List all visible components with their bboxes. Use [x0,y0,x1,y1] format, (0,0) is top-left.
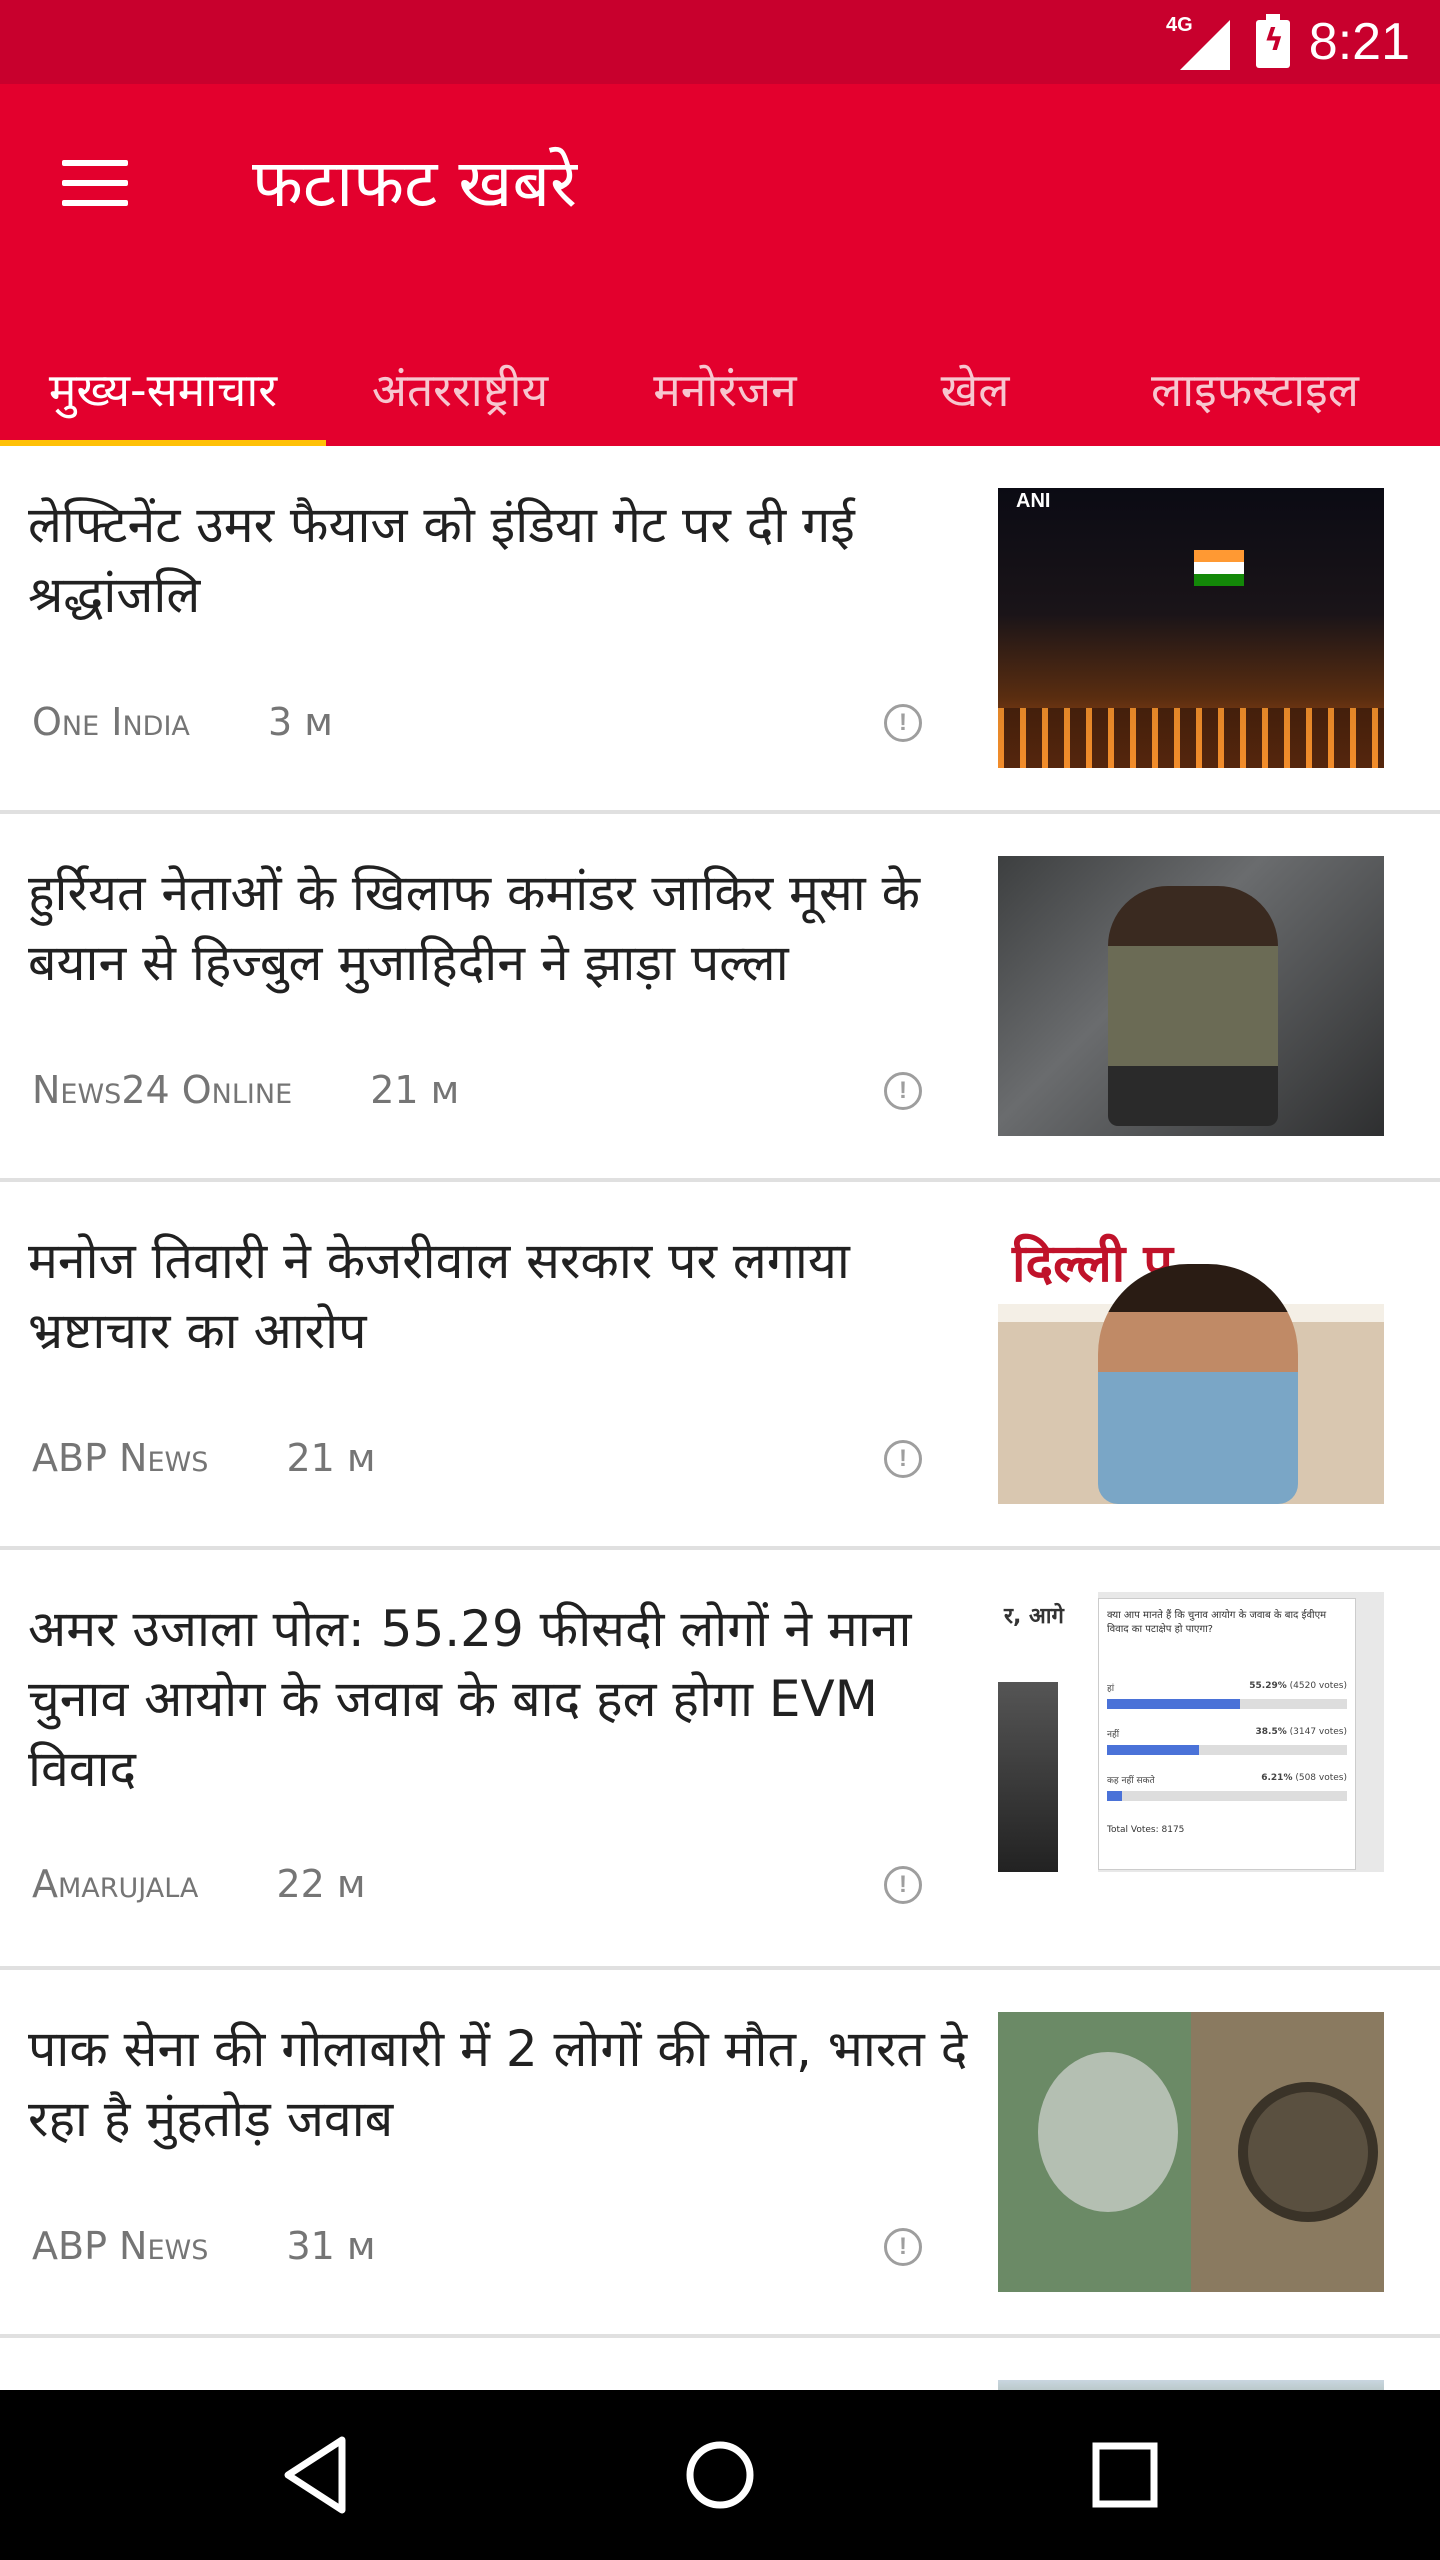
news-item[interactable]: हुर्रियत नेताओं के खिलाफ कमांडर जाकिर मू… [0,814,1440,1182]
news-meta: ABP News 31 м [32,2224,376,2268]
news-meta: ABP News 21 м [32,1436,376,1480]
news-source: News24 Online [32,1068,293,1112]
news-time: 21 м [370,1068,460,1112]
tab-main-news[interactable]: मुख्य-समाचार [0,334,326,446]
news-item[interactable]: पाक सेना की गोलाबारी में 2 लोगों की मौत,… [0,1970,1440,2338]
report-info-icon[interactable]: ! [884,2228,922,2266]
poll-total: Total Votes: 8175 [1107,1825,1185,1835]
news-source: One India [32,700,190,744]
thumbnail-caption: ANI [1016,490,1051,512]
news-title: हुर्रियत नेताओं के खिलाफ कमांडर जाकिर मू… [28,864,921,992]
poll-card: क्या आप मानते हैं कि चुनाव आयोग के जवाब … [1098,1598,1356,1870]
news-title: मनोज तिवारी ने केजरीवाल सरकार पर लगाया भ… [28,1232,850,1360]
poll-bar [1107,1791,1347,1801]
hamburger-menu-icon[interactable] [62,156,132,212]
poll-bar [1107,1699,1347,1709]
news-source: ABP News [32,1436,209,1480]
tab-international[interactable]: अंतरराष्ट्रीय [340,334,580,446]
recents-icon[interactable] [1080,2430,1170,2520]
news-item[interactable]: लेफ्टिनेंट उमर फैयाज को इंडिया गेट पर दी… [0,446,1440,814]
report-info-icon[interactable]: ! [884,1072,922,1110]
tab-lifestyle[interactable]: लाइफस्टाइल [1110,334,1400,446]
news-time: 31 м [286,2224,376,2268]
news-source: ABP News [32,2224,209,2268]
news-meta: News24 Online 21 м [32,1068,459,1112]
poll-question: क्या आप मानते हैं कि चुनाव आयोग के जवाब … [1107,1610,1327,1635]
poll-option: कह नहीं सकते 6.21% (508 votes) [1107,1773,1347,1786]
news-time: 21 м [286,1436,376,1480]
news-thumbnail: ANI [998,488,1384,768]
navigation-bar [0,2390,1440,2560]
news-thumbnail [998,856,1384,1136]
news-meta: One India 3 м [32,700,333,744]
news-feed: लेफ्टिनेंट उमर फैयाज को इंडिया गेट पर दी… [0,446,1440,2458]
poll-option: नहीं 38.5% (3147 votes) [1107,1727,1347,1740]
tab-sports[interactable]: खेल [890,334,1060,446]
battery-charging-icon: ϟ [1256,14,1290,68]
news-title: अमर उजाला पोल: 55.29 फीसदी लोगों ने माना… [28,1600,912,1798]
news-item[interactable]: मनोज तिवारी ने केजरीवाल सरकार पर लगाया भ… [0,1182,1440,1550]
news-thumbnail: दिल्ली प्र [998,1224,1384,1504]
category-tabs: मुख्य-समाचार अंतरराष्ट्रीय मनोरंजन खेल ल… [0,334,1440,446]
news-meta: Amarujala 22 м [32,1862,366,1906]
report-info-icon[interactable]: ! [884,704,922,742]
poll-bar [1107,1745,1347,1755]
news-item[interactable]: अमर उजाला पोल: 55.29 फीसदी लोगों ने माना… [0,1550,1440,1970]
report-info-icon[interactable]: ! [884,1440,922,1478]
status-bar: 4G ϟ 8:21 [0,0,1440,84]
signal-icon: 4G [1166,14,1230,70]
status-time: 8:21 [1308,13,1410,71]
news-title: पाक सेना की गोलाबारी में 2 लोगों की मौत,… [28,2020,968,2148]
news-source: Amarujala [32,1862,199,1906]
flag-image [1194,550,1244,586]
poll-option: हां 55.29% (4520 votes) [1107,1681,1347,1694]
report-info-icon[interactable]: ! [884,1866,922,1904]
news-time: 22 м [276,1862,366,1906]
home-icon[interactable] [675,2430,765,2520]
thumbnail-caption: र, आगे [1004,1604,1064,1629]
app-bar: फटाफट खबरे मुख्य-समाचार अंतरराष्ट्रीय मन… [0,84,1440,448]
news-thumbnail [998,2012,1384,2292]
news-title: लेफ्टिनेंट उमर फैयाज को इंडिया गेट पर दी… [28,496,855,624]
back-icon[interactable] [270,2430,360,2520]
news-thumbnail: र, आगे क्या आप मानते हैं कि चुनाव आयोग क… [998,1592,1384,1872]
app-title: फटाफट खबरे [252,145,578,222]
tab-entertainment[interactable]: मनोरंजन [610,334,840,446]
news-time: 3 м [267,700,333,744]
